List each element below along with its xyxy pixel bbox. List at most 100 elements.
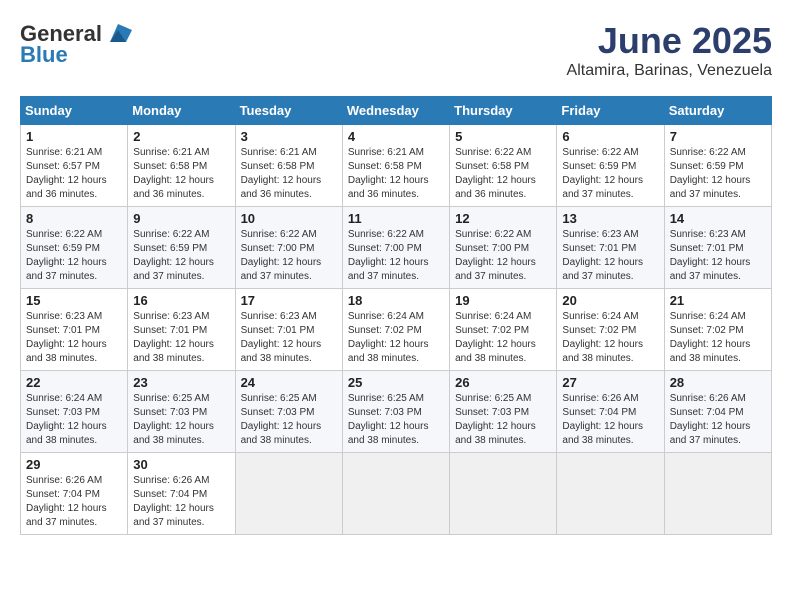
day-info: Sunrise: 6:23 AM Sunset: 7:01 PM Dayligh… [133,310,229,366]
day-info: Sunrise: 6:23 AM Sunset: 7:01 PM Dayligh… [670,228,766,284]
weekday-tuesday: Tuesday [235,97,342,125]
calendar-cell [664,453,771,535]
day-info: Sunrise: 6:22 AM Sunset: 6:59 PM Dayligh… [133,228,229,284]
day-number: 30 [133,457,229,472]
day-info: Sunrise: 6:22 AM Sunset: 7:00 PM Dayligh… [348,228,444,284]
day-info: Sunrise: 6:25 AM Sunset: 7:03 PM Dayligh… [241,392,337,448]
day-number: 29 [26,457,122,472]
calendar-cell: 28 Sunrise: 6:26 AM Sunset: 7:04 PM Dayli… [664,371,771,453]
day-info: Sunrise: 6:25 AM Sunset: 7:03 PM Dayligh… [348,392,444,448]
week-row-3: 15 Sunrise: 6:23 AM Sunset: 7:01 PM Dayli… [21,289,772,371]
day-info: Sunrise: 6:24 AM Sunset: 7:03 PM Dayligh… [26,392,122,448]
day-info: Sunrise: 6:25 AM Sunset: 7:03 PM Dayligh… [455,392,551,448]
day-number: 1 [26,129,122,144]
day-number: 3 [241,129,337,144]
calendar-cell: 29 Sunrise: 6:26 AM Sunset: 7:04 PM Dayli… [21,453,128,535]
day-info: Sunrise: 6:26 AM Sunset: 7:04 PM Dayligh… [670,392,766,448]
day-number: 4 [348,129,444,144]
calendar-cell: 9 Sunrise: 6:22 AM Sunset: 6:59 PM Daylig… [128,207,235,289]
weekday-header-row: SundayMondayTuesdayWednesdayThursdayFrid… [21,97,772,125]
day-info: Sunrise: 6:22 AM Sunset: 6:59 PM Dayligh… [670,146,766,202]
day-info: Sunrise: 6:26 AM Sunset: 7:04 PM Dayligh… [26,474,122,530]
calendar-body: 1 Sunrise: 6:21 AM Sunset: 6:57 PM Daylig… [21,125,772,535]
day-number: 28 [670,375,766,390]
day-number: 16 [133,293,229,308]
day-number: 15 [26,293,122,308]
calendar-cell: 4 Sunrise: 6:21 AM Sunset: 6:58 PM Daylig… [342,125,449,207]
day-number: 20 [562,293,658,308]
day-info: Sunrise: 6:21 AM Sunset: 6:58 PM Dayligh… [133,146,229,202]
calendar-cell: 8 Sunrise: 6:22 AM Sunset: 6:59 PM Daylig… [21,207,128,289]
day-number: 14 [670,211,766,226]
weekday-wednesday: Wednesday [342,97,449,125]
weekday-thursday: Thursday [450,97,557,125]
calendar-cell: 22 Sunrise: 6:24 AM Sunset: 7:03 PM Dayli… [21,371,128,453]
location: Altamira, Barinas, Venezuela [567,62,772,80]
day-number: 2 [133,129,229,144]
calendar-cell: 1 Sunrise: 6:21 AM Sunset: 6:57 PM Daylig… [21,125,128,207]
calendar-cell: 19 Sunrise: 6:24 AM Sunset: 7:02 PM Dayli… [450,289,557,371]
weekday-saturday: Saturday [664,97,771,125]
day-number: 18 [348,293,444,308]
calendar-cell: 15 Sunrise: 6:23 AM Sunset: 7:01 PM Dayli… [21,289,128,371]
weekday-monday: Monday [128,97,235,125]
day-number: 7 [670,129,766,144]
week-row-1: 1 Sunrise: 6:21 AM Sunset: 6:57 PM Daylig… [21,125,772,207]
day-number: 19 [455,293,551,308]
day-number: 5 [455,129,551,144]
calendar-cell: 21Sunrise: 6:24 AM Sunset: 7:02 PM Dayli… [664,289,771,371]
logo-blue: Blue [20,42,68,68]
calendar-header: SundayMondayTuesdayWednesdayThursdayFrid… [21,97,772,125]
title-block: June 2025 Altamira, Barinas, Venezuela [567,20,772,80]
day-info: Sunrise: 6:22 AM Sunset: 7:00 PM Dayligh… [455,228,551,284]
day-info: Sunrise: 6:22 AM Sunset: 7:00 PM Dayligh… [241,228,337,284]
calendar-cell: 2 Sunrise: 6:21 AM Sunset: 6:58 PM Daylig… [128,125,235,207]
day-number: 26 [455,375,551,390]
day-number: 9 [133,211,229,226]
calendar-cell: 25 Sunrise: 6:25 AM Sunset: 7:03 PM Dayli… [342,371,449,453]
day-number: 22 [26,375,122,390]
day-info: Sunrise: 6:21 AM Sunset: 6:57 PM Dayligh… [26,146,122,202]
day-info: Sunrise: 6:24 AM Sunset: 7:02 PM Dayligh… [670,310,766,366]
calendar-cell: 16 Sunrise: 6:23 AM Sunset: 7:01 PM Dayli… [128,289,235,371]
calendar-cell: 13Sunrise: 6:23 AM Sunset: 7:01 PM Dayli… [557,207,664,289]
day-info: Sunrise: 6:21 AM Sunset: 6:58 PM Dayligh… [348,146,444,202]
calendar-cell [450,453,557,535]
day-number: 8 [26,211,122,226]
day-number: 23 [133,375,229,390]
day-info: Sunrise: 6:21 AM Sunset: 6:58 PM Dayligh… [241,146,337,202]
day-info: Sunrise: 6:24 AM Sunset: 7:02 PM Dayligh… [348,310,444,366]
day-info: Sunrise: 6:24 AM Sunset: 7:02 PM Dayligh… [562,310,658,366]
calendar-cell: 17 Sunrise: 6:23 AM Sunset: 7:01 PM Dayli… [235,289,342,371]
week-row-5: 29 Sunrise: 6:26 AM Sunset: 7:04 PM Dayli… [21,453,772,535]
day-number: 10 [241,211,337,226]
day-info: Sunrise: 6:23 AM Sunset: 7:01 PM Dayligh… [241,310,337,366]
day-info: Sunrise: 6:22 AM Sunset: 6:58 PM Dayligh… [455,146,551,202]
logo: General Blue [20,20,132,68]
calendar-cell: 20 Sunrise: 6:24 AM Sunset: 7:02 PM Dayli… [557,289,664,371]
day-number: 24 [241,375,337,390]
calendar-cell: 11 Sunrise: 6:22 AM Sunset: 7:00 PM Dayli… [342,207,449,289]
day-number: 27 [562,375,658,390]
calendar-cell: 10 Sunrise: 6:22 AM Sunset: 7:00 PM Dayli… [235,207,342,289]
logo-icon [104,20,132,48]
day-info: Sunrise: 6:24 AM Sunset: 7:02 PM Dayligh… [455,310,551,366]
calendar-cell: 24 Sunrise: 6:25 AM Sunset: 7:03 PM Dayli… [235,371,342,453]
day-number: 17 [241,293,337,308]
calendar-cell [342,453,449,535]
week-row-4: 22 Sunrise: 6:24 AM Sunset: 7:03 PM Dayli… [21,371,772,453]
calendar-cell [235,453,342,535]
calendar-cell [557,453,664,535]
day-info: Sunrise: 6:22 AM Sunset: 6:59 PM Dayligh… [26,228,122,284]
day-number: 11 [348,211,444,226]
calendar-cell: 26 Sunrise: 6:25 AM Sunset: 7:03 PM Dayli… [450,371,557,453]
calendar-cell: 7 Sunrise: 6:22 AM Sunset: 6:59 PM Daylig… [664,125,771,207]
weekday-sunday: Sunday [21,97,128,125]
day-info: Sunrise: 6:23 AM Sunset: 7:01 PM Dayligh… [26,310,122,366]
week-row-2: 8 Sunrise: 6:22 AM Sunset: 6:59 PM Daylig… [21,207,772,289]
day-info: Sunrise: 6:26 AM Sunset: 7:04 PM Dayligh… [562,392,658,448]
day-info: Sunrise: 6:25 AM Sunset: 7:03 PM Dayligh… [133,392,229,448]
day-number: 25 [348,375,444,390]
day-info: Sunrise: 6:26 AM Sunset: 7:04 PM Dayligh… [133,474,229,530]
calendar-cell: 6Sunrise: 6:22 AM Sunset: 6:59 PM Daylig… [557,125,664,207]
